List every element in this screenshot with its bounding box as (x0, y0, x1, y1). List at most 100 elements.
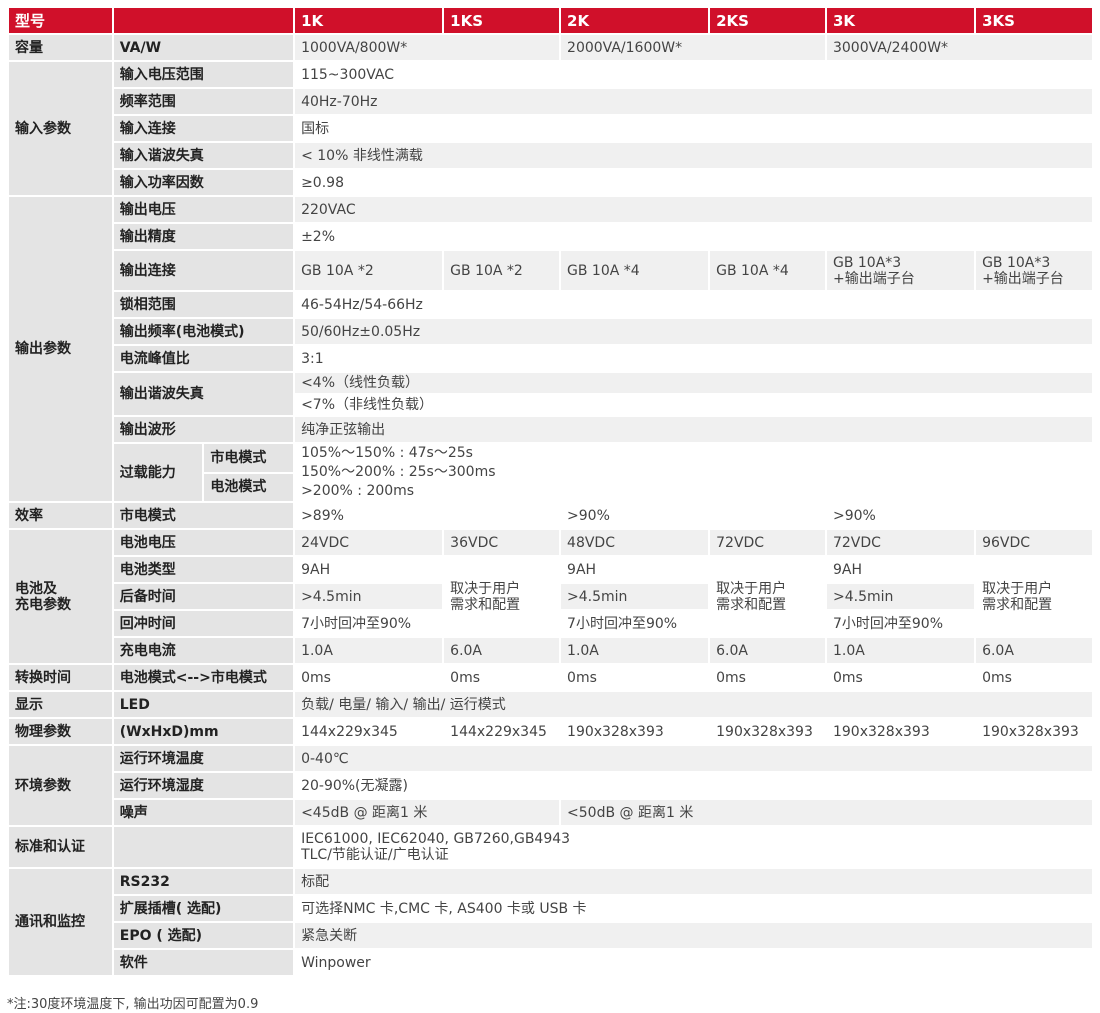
row-value: Winpower (295, 950, 1092, 975)
line: 取决于用户 (450, 580, 521, 597)
row-label: 输入连接 (113, 116, 294, 141)
comm-category: 通讯和监控 (9, 869, 112, 975)
standards-values: IEC61000, IEC62040, GB7260,GB4943 TLC/节能认… (295, 827, 1092, 867)
line: 取决于用户 (716, 580, 787, 597)
line: TLC/节能认证/广电认证 (301, 847, 449, 863)
cell-3k: 9AH (826, 557, 975, 582)
row-value: 46-54Hz/54-66Hz (295, 292, 1092, 317)
output-row: 电流峰值比 3:1 (9, 346, 1092, 371)
row-label: 扩展插槽( 选配) (113, 896, 294, 921)
row-label: 回冲时间 (113, 611, 294, 636)
line: 充电参数 (15, 596, 71, 613)
cell-2k: >4.5min (561, 584, 709, 609)
cell-2ks-depends: 取决于用户 需求和配置 (710, 557, 825, 636)
capacity-row: 容量 VA/W 1000VA/800W* 2000VA/1600W* 3000V… (9, 35, 1092, 60)
col-3k: 3K (826, 8, 975, 33)
cell-1ks: 144x229x345 (444, 719, 560, 744)
col-1ks: 1KS (444, 8, 560, 33)
standards-row: 标准和认证 IEC61000, IEC62040, GB7260,GB4943 T… (9, 827, 1092, 867)
row-value: <4%（线性负载） (295, 373, 1092, 393)
comm-row: 扩展插槽( 选配) 可选择NMC 卡,CMC 卡, AS400 卡或 USB 卡 (9, 896, 1092, 921)
footnote: *注:30度环境温度下, 输出功因可配置为0.9 (7, 997, 259, 1012)
physical-row: 物理参数 (WxHxD)mm 144x229x345 144x229x345 1… (9, 719, 1092, 744)
capacity-2k: 2000VA/1600W* (561, 35, 825, 60)
efficiency-category: 效率 (9, 503, 112, 528)
capacity-unit: VA/W (113, 35, 294, 60)
row-label: 电池模式<-->市电模式 (113, 665, 294, 690)
output-overload-row: 过载能力 市电模式 105%〜150% : 47s〜25s 150%〜200% … (9, 444, 1092, 501)
efficiency-row: 效率 市电模式 >89% >90% >90% (9, 503, 1092, 528)
row-label: 输出连接 (113, 251, 294, 290)
overload-mode-ac: 市电模式 (204, 444, 294, 472)
env-row: 噪声 <45dB @ 距离1 米 <50dB @ 距离1 米 (9, 800, 1092, 825)
cell-1ks: 6.0A (444, 638, 560, 663)
row-value: ≥0.98 (295, 170, 1092, 195)
row-value: 115~300VAC (295, 62, 1092, 87)
row-label: 输出谐波失真 (113, 373, 294, 415)
input-row: 频率范围 40Hz-70Hz (9, 89, 1092, 114)
battery-row: 电池类型 9AH 取决于用户 需求和配置 9AH 取决于用户 需求和配置 9AH 取… (9, 557, 1092, 636)
capacity-3k: 3000VA/2400W* (826, 35, 1092, 60)
line: 需求和配置 (716, 596, 787, 613)
row-label: 频率范围 (113, 89, 294, 114)
cell-3k: 1.0A (826, 638, 975, 663)
row-label: 运行环境湿度 (113, 773, 294, 798)
env-category: 环境参数 (9, 746, 112, 825)
row-value: 220VAC (295, 197, 1092, 222)
cell-1k: 1.0A (295, 638, 443, 663)
comm-row: 软件 Winpower (9, 950, 1092, 975)
line: +输出端子台 (982, 270, 1064, 287)
output-row: 输出频率(电池模式) 50/60Hz±0.05Hz (9, 319, 1092, 344)
row-label: 输入功率因数 (113, 170, 294, 195)
header-row: 型号 1K 1KS 2K 2KS 3K 3KS (9, 8, 1092, 33)
noise-1k: <45dB @ 距离1 米 (295, 800, 560, 825)
row-label: 输入谐波失真 (113, 143, 294, 168)
cell-2k: 9AH (561, 557, 709, 582)
cell-2ks: 6.0A (710, 638, 825, 663)
cell-3ks: 96VDC (976, 530, 1092, 555)
cell-1ks: GB 10A *2 (444, 251, 560, 290)
row-label: 电流峰值比 (113, 346, 294, 371)
comm-row: EPO ( 选配) 紧急关断 (9, 923, 1092, 948)
line: 电池及 (15, 580, 57, 597)
cell-1k: 9AH (295, 557, 443, 582)
cell-3ks: GB 10A*3 +输出端子台 (976, 251, 1092, 290)
capacity-1k: 1000VA/800W* (295, 35, 560, 60)
row-label: 过载能力 (113, 444, 203, 501)
cell-3ks: 6.0A (976, 638, 1092, 663)
cell-1ks: 36VDC (444, 530, 560, 555)
cell-2k: 1.0A (561, 638, 709, 663)
col-2ks: 2KS (710, 8, 825, 33)
output-connection-row: 输出连接 GB 10A *2 GB 10A *2 GB 10A *4 GB 10… (9, 251, 1092, 290)
efficiency-1k: >89% (295, 503, 560, 528)
efficiency-2k: >90% (561, 503, 825, 528)
line: 需求和配置 (982, 596, 1053, 613)
input-row: 输入参数 输入电压范围 115~300VAC (9, 62, 1092, 195)
row-label: RS232 (113, 869, 294, 894)
row-value: 3:1 (295, 346, 1092, 371)
row-label: 输出波形 (113, 417, 294, 442)
row-value: ±2% (295, 224, 1092, 249)
overload-mode-battery: 电池模式 (204, 473, 294, 501)
cell-3k: 72VDC (826, 530, 975, 555)
cell-2k: 7小时回冲至90% (561, 611, 709, 636)
row-value: 国标 (295, 116, 1092, 141)
line: IEC61000, IEC62040, GB7260,GB4943 (301, 831, 571, 847)
col-2k: 2K (561, 8, 709, 33)
row-label: 电池电压 (113, 530, 294, 555)
cell-1ks: 0ms (444, 665, 560, 690)
row-label: 锁相范围 (113, 292, 294, 317)
cell-1ks-depends: 取决于用户 需求和配置 (444, 557, 560, 636)
battery-row: 充电电流 1.0A 6.0A 1.0A 6.0A 1.0A 6.0A (9, 638, 1092, 663)
output-row: 输出参数 输出电压 220VAC (9, 197, 1092, 501)
input-row: 输入连接 国标 (9, 116, 1092, 141)
overload-values: 105%〜150% : 47s〜25s 150%〜200% : 25s〜300m… (295, 444, 1092, 501)
row-value: < 10% 非线性满载 (295, 143, 1092, 168)
row-label: 噪声 (113, 800, 294, 825)
col-3ks: 3KS (976, 8, 1092, 33)
cell-2k: 48VDC (561, 530, 709, 555)
row-value: 40Hz-70Hz (295, 89, 1092, 114)
battery-row: 电池及 充电参数 电池电压 24VDC 36VDC 48VDC 72VDC 72V… (9, 530, 1092, 663)
row-label: 运行环境温度 (113, 746, 294, 771)
cell-2ks: GB 10A *4 (710, 251, 825, 290)
